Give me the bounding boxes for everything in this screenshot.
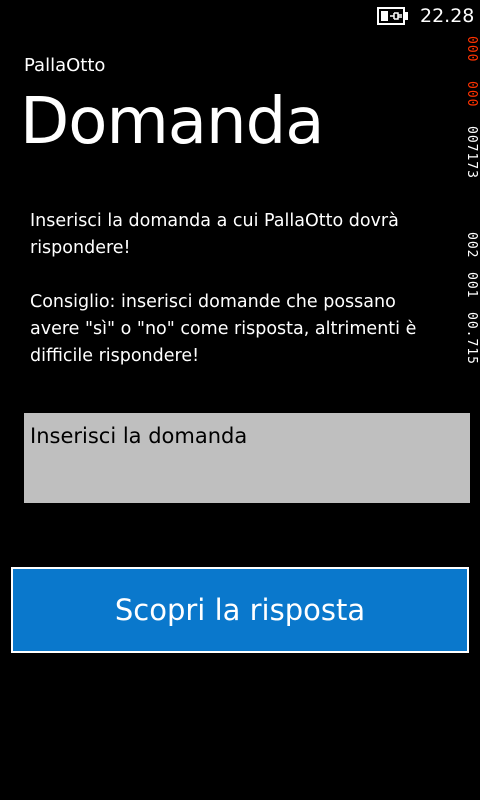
- tip-paragraph: Consiglio: inserisci domande che possano…: [30, 292, 417, 366]
- counter-value: 00.715: [464, 312, 479, 365]
- status-time: 22.28: [420, 5, 475, 27]
- frame-rate-counter: 000 000 007173 002 001 00.715: [464, 36, 480, 386]
- page-title: Domanda: [20, 85, 324, 159]
- battery-charging-icon: [377, 7, 411, 25]
- counter-value: 001: [464, 272, 479, 298]
- instructions-paragraph: Inserisci la domanda a cui PallaOtto dov…: [30, 211, 399, 258]
- instructions: Inserisci la domanda a cui PallaOtto dov…: [30, 208, 450, 397]
- question-input[interactable]: [24, 413, 470, 503]
- counter-value: 000: [464, 81, 479, 107]
- counter-value: 002: [464, 232, 479, 258]
- counter-value: 000: [464, 36, 479, 62]
- discover-answer-button[interactable]: Scopri la risposta: [11, 567, 469, 653]
- status-bar: 22.28: [0, 0, 480, 32]
- app-name: PallaOtto: [24, 55, 106, 76]
- counter-value: 007173: [464, 126, 479, 179]
